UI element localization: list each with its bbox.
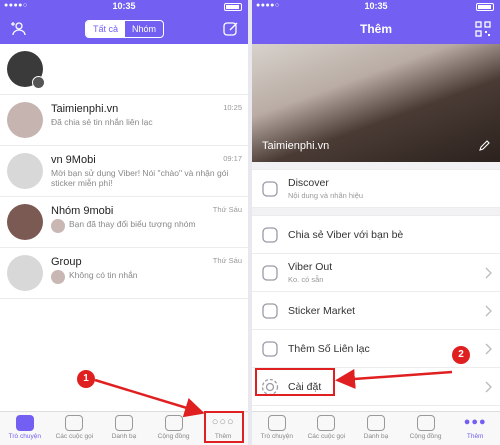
section-gap bbox=[252, 208, 500, 216]
chats-screen: ●●●●○ 10:35 Tất cả Nhóm Taimienphi.vn Đã … bbox=[0, 0, 248, 445]
avatar bbox=[7, 153, 43, 189]
avatar bbox=[7, 204, 43, 240]
step-1-badge: 1 bbox=[77, 370, 95, 388]
contacts-icon bbox=[114, 415, 133, 431]
menu-item-label: Thêm Số Liên lạc bbox=[288, 342, 370, 355]
chat-time: 09:17 bbox=[223, 154, 242, 163]
chat-name: Taimienphi.vn bbox=[51, 103, 119, 115]
tab-community[interactable]: Cộng đồng bbox=[401, 412, 451, 445]
chat-preview: Không có tin nhắn bbox=[69, 270, 138, 280]
add-contact-icon bbox=[262, 340, 278, 357]
chat-name: vn 9Mobi bbox=[51, 154, 96, 166]
create-group-icon[interactable] bbox=[10, 20, 28, 38]
chevron-right-icon bbox=[485, 267, 492, 279]
phone-icon bbox=[317, 415, 336, 431]
sender-avatar bbox=[51, 270, 65, 284]
step-2-badge: 2 bbox=[452, 346, 470, 364]
chat-list: Taimienphi.vn Đã chia sẻ tin nhắn liên lạ… bbox=[0, 44, 248, 299]
chat-time: Thứ Sáu bbox=[212, 205, 242, 214]
filter-all-tab[interactable]: Tất cả bbox=[86, 21, 126, 37]
more-dots-icon: ●●● bbox=[463, 416, 487, 428]
phone-icon bbox=[65, 415, 84, 431]
sender-avatar bbox=[51, 219, 65, 233]
status-time: 10:35 bbox=[364, 1, 388, 11]
status-bar: ●●●●○ 10:35 bbox=[0, 0, 248, 14]
chat-bubble-icon bbox=[267, 415, 286, 431]
tab-contacts[interactable]: Danh bạ bbox=[351, 412, 401, 445]
avatar bbox=[7, 102, 43, 138]
edit-pencil-icon[interactable] bbox=[478, 140, 490, 152]
section-gap bbox=[252, 162, 500, 170]
menu-item-label: Sticker Market bbox=[288, 304, 356, 317]
compose-icon[interactable] bbox=[222, 20, 240, 38]
callout-box-settings bbox=[255, 368, 335, 396]
chat-list-item[interactable]: Nhóm 9mobi Bạn đã thay đổi biểu tượng nhó… bbox=[0, 197, 248, 248]
viber-out-icon bbox=[262, 264, 278, 281]
tab-chats[interactable]: Trò chuyện bbox=[0, 412, 50, 445]
menu-item-facebook[interactable]: Chia sẻ Viber với bạn bè bbox=[252, 216, 500, 254]
facebook-icon bbox=[262, 226, 278, 243]
chevron-right-icon bbox=[485, 305, 492, 317]
contacts-icon bbox=[366, 415, 385, 431]
tab-more[interactable]: ●●● Thêm bbox=[450, 412, 500, 445]
status-bar: ●●●●○ 10:35 bbox=[252, 0, 500, 14]
sticker-icon bbox=[262, 302, 278, 319]
menu-item-viber-out[interactable]: Viber Out Ko. có sẵn bbox=[252, 254, 500, 292]
chat-preview: Bạn đã thay đổi biểu tượng nhóm bbox=[69, 219, 196, 229]
chevron-right-icon bbox=[485, 381, 492, 393]
chat-list-item[interactable]: Taimienphi.vn Đã chia sẻ tin nhắn liên lạ… bbox=[0, 95, 248, 146]
tab-chats[interactable]: Trò chuyện bbox=[252, 412, 302, 445]
tab-community[interactable]: Cộng đồng bbox=[149, 412, 199, 445]
battery-icon bbox=[224, 3, 242, 11]
lock-icon bbox=[32, 76, 45, 89]
community-icon bbox=[416, 415, 435, 431]
callout-box-more-tab bbox=[204, 411, 244, 443]
chevron-right-icon bbox=[485, 343, 492, 355]
chats-navbar: Tất cả Nhóm bbox=[0, 14, 248, 44]
avatar bbox=[7, 51, 45, 89]
tab-calls[interactable]: Các cuộc gọi bbox=[302, 412, 352, 445]
chat-list-item[interactable]: Group Không có tin nhắn Thứ Sáu bbox=[0, 248, 248, 299]
status-time: 10:35 bbox=[112, 1, 136, 11]
menu-item-label: Viber Out bbox=[288, 261, 333, 273]
menu-item-sublabel: Ko. có sẵn bbox=[288, 275, 324, 284]
profile-name: Taimienphi.vn bbox=[262, 140, 330, 152]
chat-filter-segmented[interactable]: Tất cả Nhóm bbox=[85, 20, 165, 38]
tab-contacts[interactable]: Danh bạ bbox=[99, 412, 149, 445]
chat-list-item[interactable] bbox=[0, 44, 248, 95]
bottom-tab-bar: Trò chuyện Các cuộc gọi Danh bạ Cộng đồn… bbox=[252, 411, 500, 445]
discover-icon bbox=[262, 180, 278, 197]
chat-bubble-icon bbox=[15, 415, 34, 431]
chat-time: 10:25 bbox=[223, 103, 242, 112]
filter-groups-tab[interactable]: Nhóm bbox=[125, 21, 163, 37]
menu-item-label: Discover bbox=[288, 177, 329, 189]
chat-preview: Đã chia sẻ tin nhắn liên lạc bbox=[51, 117, 153, 127]
qr-code-icon[interactable] bbox=[474, 20, 492, 38]
chat-time: Thứ Sáu bbox=[212, 256, 242, 265]
more-navbar: Thêm bbox=[252, 14, 500, 44]
chat-list-item[interactable]: vn 9Mobi Mời bạn sử dụng Viber! Nói "chào… bbox=[0, 146, 248, 197]
tab-calls[interactable]: Các cuộc gọi bbox=[50, 412, 100, 445]
avatar bbox=[7, 255, 43, 291]
menu-item-sticker[interactable]: Sticker Market bbox=[252, 292, 500, 330]
battery-icon bbox=[476, 3, 494, 11]
chat-preview: Mời bạn sử dụng Viber! Nói "chào" và nhậ… bbox=[51, 168, 229, 188]
menu-item-discover[interactable]: Discover Nội dung và nhãn hiệu bbox=[252, 170, 500, 208]
community-icon bbox=[164, 415, 183, 431]
menu-item-label: Chia sẻ Viber với bạn bè bbox=[288, 228, 404, 241]
menu-item-sublabel: Nội dung và nhãn hiệu bbox=[288, 191, 364, 200]
page-title: Thêm bbox=[359, 22, 392, 36]
profile-header[interactable]: Taimienphi.vn bbox=[252, 44, 500, 162]
